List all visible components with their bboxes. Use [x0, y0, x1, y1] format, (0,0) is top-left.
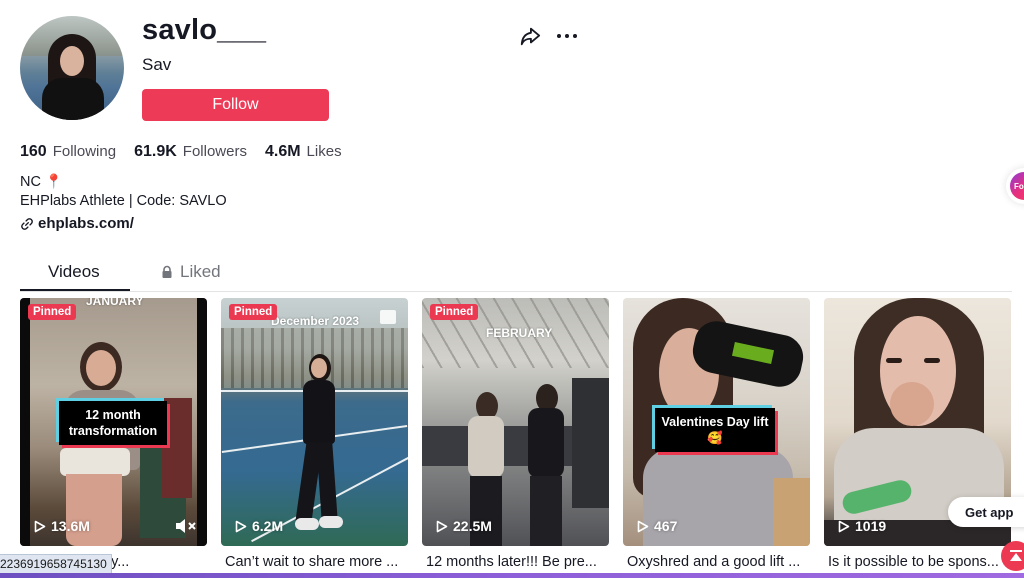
play-icon [436, 520, 448, 532]
dot [557, 34, 561, 38]
view-count: 467 [637, 518, 677, 534]
view-count-value: 6.2M [252, 518, 284, 534]
view-count: 1019 [838, 518, 886, 534]
view-count-value: 22.5M [453, 518, 492, 534]
active-tab-indicator [20, 289, 130, 291]
profile-stats: 160 Following 61.9K Followers 4.6M Likes [20, 143, 342, 161]
video-caption[interactable]: Oxyshred and a good lift ... [627, 554, 817, 570]
play-icon [34, 520, 46, 532]
video-card[interactable]: FEBRUARY Pinned 22.5M [422, 298, 609, 546]
video-overlay-text: December 2023 [271, 314, 360, 328]
play-icon [838, 520, 850, 532]
avatar[interactable] [20, 16, 124, 120]
video-caption-box: Valentines Day lift🥰 [655, 408, 775, 452]
bio-location: NC 📍 [20, 172, 227, 192]
pinned-badge: Pinned [28, 304, 77, 320]
profile-tabs: Videos Liked [20, 256, 1012, 292]
tab-liked[interactable]: Liked [160, 262, 221, 282]
more-options-icon[interactable] [557, 26, 581, 46]
live-bubble[interactable]: Fo [1006, 168, 1024, 204]
play-icon [637, 520, 649, 532]
muted-icon[interactable] [175, 518, 197, 534]
bio-link-text: ehplabs.com/ [38, 215, 134, 232]
stat-following[interactable]: 160 Following [20, 143, 116, 161]
share-icon[interactable] [519, 25, 541, 47]
tab-videos[interactable]: Videos [48, 262, 100, 282]
username: savlo___ [142, 14, 267, 46]
avatar-body [42, 78, 104, 120]
video-overlay-text: FEBRUARY [486, 326, 553, 340]
view-count-value: 13.6M [51, 518, 90, 534]
video-card[interactable]: JANUARY Pinned 12 month transformation 1… [20, 298, 207, 546]
status-bar-url: 2236919658745130 [0, 554, 112, 574]
get-app-button[interactable]: Get app [948, 497, 1024, 527]
view-count-value: 467 [654, 518, 678, 534]
video-card[interactable]: December 2023 Pinned 6.2M [221, 298, 408, 546]
stat-label: Following [52, 143, 117, 160]
bio-link[interactable]: ehplabs.com/ [20, 215, 134, 232]
video-overlay-text: JANUARY [86, 298, 144, 308]
arrow-up-icon [1010, 550, 1022, 561]
stat-value: 4.6M [264, 143, 301, 160]
tab-videos-label: Videos [48, 262, 100, 281]
taskbar-edge [0, 573, 1024, 578]
video-card[interactable]: Valentines Day lift🥰 467 [623, 298, 810, 546]
avatar-face [60, 46, 84, 76]
video-caption[interactable]: 12 months later!!! Be pre... [426, 554, 616, 570]
dot [573, 34, 577, 38]
video-thumbnail [221, 298, 408, 546]
bio-location-text: NC [20, 174, 41, 190]
stat-likes: 4.6M Likes [265, 143, 342, 161]
view-count: 6.2M [235, 518, 283, 534]
stat-label: Followers [182, 143, 247, 160]
tab-liked-label: Liked [180, 262, 221, 281]
live-bubble-label: Fo [1010, 172, 1024, 200]
view-count-value: 1019 [855, 518, 887, 534]
follow-button[interactable]: Follow [142, 89, 329, 121]
play-icon [235, 520, 247, 532]
dot [565, 34, 569, 38]
bio-description: EHPlabs Athlete | Code: SAVLO [20, 193, 227, 209]
link-icon [21, 217, 33, 230]
photo-icon [380, 310, 396, 324]
pin-icon: 📍 [44, 173, 63, 189]
stat-value: 61.9K [134, 143, 177, 160]
lock-icon [162, 265, 172, 278]
back-to-top-button[interactable] [1001, 541, 1024, 571]
view-count: 22.5M [436, 518, 492, 534]
nickname: Sav [142, 55, 172, 74]
video-caption[interactable]: Is it possible to be spons... [828, 554, 1018, 570]
view-count: 13.6M [34, 518, 90, 534]
bio: NC 📍 EHPlabs Athlete | Code: SAVLO [20, 172, 227, 211]
pinned-badge: Pinned [430, 304, 479, 320]
stat-label: Likes [306, 143, 342, 160]
pinned-badge: Pinned [229, 304, 278, 320]
video-caption[interactable]: Can’t wait to share more ... [225, 554, 415, 570]
stat-value: 160 [20, 143, 47, 160]
stat-followers[interactable]: 61.9K Followers [134, 143, 247, 161]
video-caption-box: 12 month transformation [59, 401, 167, 445]
